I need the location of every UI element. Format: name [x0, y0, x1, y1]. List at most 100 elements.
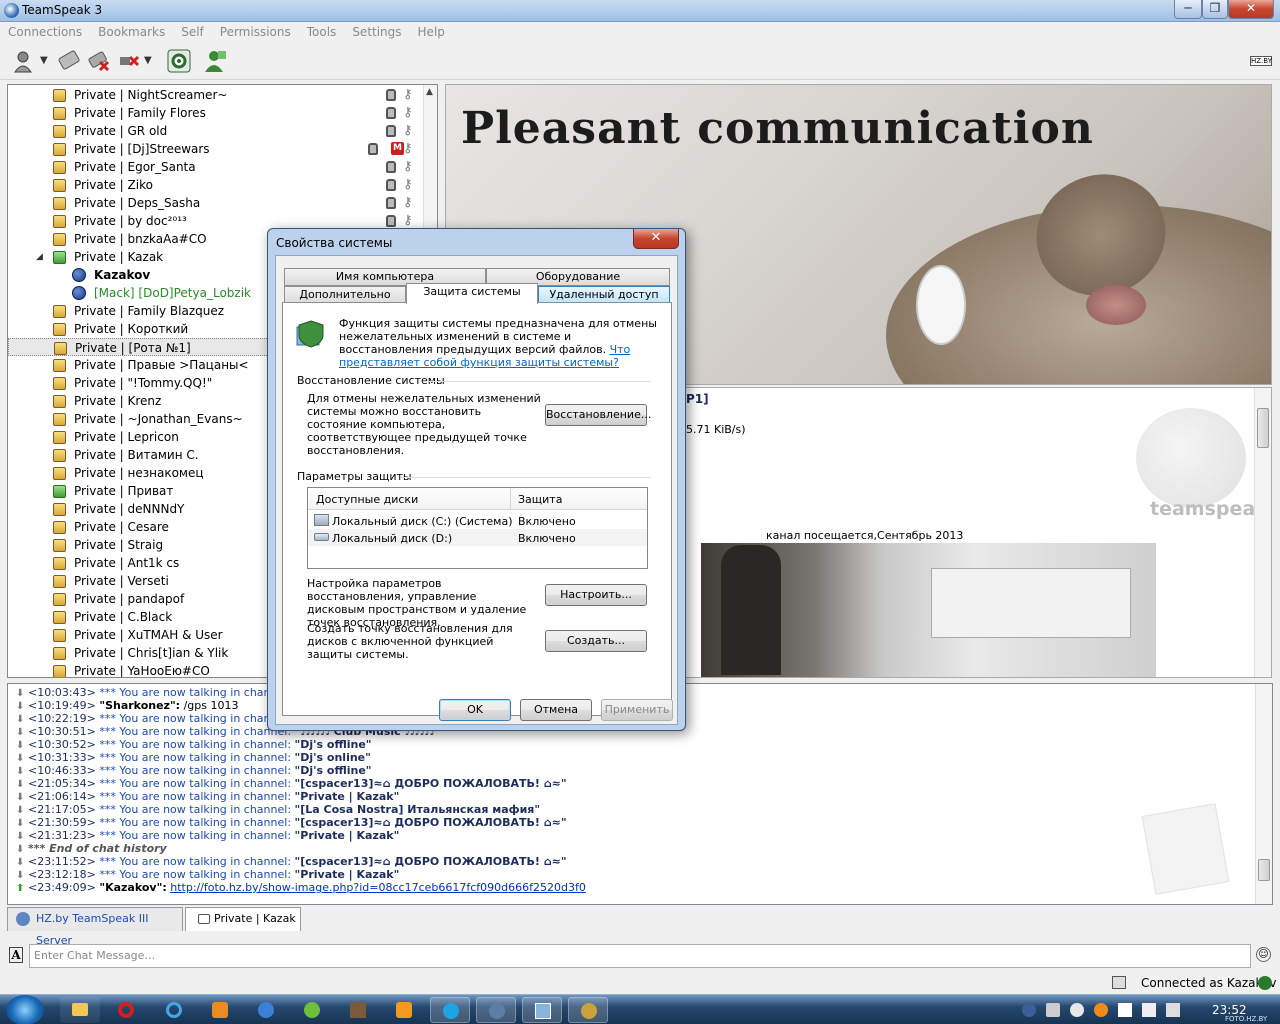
system-properties-icon[interactable] [522, 997, 562, 1023]
tab-channel[interactable]: Private | Kazak [185, 907, 301, 931]
tray-speaker-icon[interactable] [1142, 1003, 1156, 1017]
chat-time: <21:30:59> [28, 816, 96, 829]
channel-icon [53, 467, 66, 480]
chat-scrollbar[interactable] [1255, 684, 1272, 904]
dialog-close-button[interactable]: ✕ [633, 229, 679, 249]
channel-icon [53, 485, 66, 498]
apply-button[interactable]: Применить [601, 699, 673, 721]
drive-name: Локальный диск (D:) [332, 532, 453, 545]
table-row[interactable]: Локальный диск (C:) (Система) Включено [308, 512, 647, 529]
system-restore-button[interactable]: Восстановление... [545, 404, 651, 426]
chat-time: <10:30:52> [28, 738, 96, 751]
tray-app-icon[interactable] [1070, 1003, 1084, 1017]
connect-icon[interactable] [12, 48, 38, 74]
system-protection-shield-icon [295, 319, 327, 349]
key-icon: ⚷ [403, 123, 413, 138]
menu-connections[interactable]: Connections [0, 22, 90, 42]
collapse-icon[interactable]: ◢ [36, 248, 43, 266]
configure-button[interactable]: Настроить... [545, 584, 647, 606]
cancel-button[interactable]: Отмена [520, 699, 592, 721]
info-scrollbar[interactable] [1254, 388, 1271, 677]
emoticon-icon[interactable]: ☺ [1256, 947, 1271, 962]
system-drive-icon [314, 514, 329, 526]
tab-system-protection[interactable]: Защита системы [406, 283, 538, 304]
scroll-up-icon[interactable]: ▲ [426, 87, 433, 97]
bookmark-icon[interactable] [56, 48, 82, 74]
format-text-icon[interactable]: A [9, 947, 23, 963]
channel-item[interactable]: Private | Egor_Santa ⚷ [8, 158, 423, 176]
lock-icon [386, 125, 396, 137]
col-available-drives[interactable]: Доступные диски [316, 493, 418, 506]
menu-help[interactable]: Help [410, 22, 453, 42]
menu-settings[interactable]: Settings [344, 22, 409, 42]
chat-link[interactable]: http://foto.hz.by/show-image.php?id=08cc… [170, 881, 586, 894]
browser-icon[interactable] [246, 997, 286, 1023]
col-protection[interactable]: Защита [518, 493, 562, 506]
disconnect-icon[interactable] [86, 48, 112, 74]
table-row[interactable]: Локальный диск (D:) Включено [308, 529, 647, 546]
chat-line: ⬇ <10:30:52> *** You are now talking in c… [16, 738, 372, 751]
start-button[interactable] [6, 995, 44, 1024]
skype-icon[interactable] [430, 997, 470, 1023]
chevron-down-icon[interactable]: ▼ [144, 48, 156, 74]
menu-tools[interactable]: Tools [299, 22, 345, 42]
system-protection-page: Функция защиты системы предназначена для… [282, 302, 672, 716]
item-label: Private | GR old [74, 124, 168, 138]
chat-line: ⬇ <23:12:18> *** You are now talking in c… [16, 868, 399, 881]
tray-flag-icon[interactable] [1118, 1003, 1132, 1017]
odnoklassniki-icon[interactable] [384, 997, 424, 1023]
scroll-thumb[interactable] [1257, 408, 1269, 448]
opera-icon[interactable] [106, 997, 146, 1023]
channel-icon [53, 197, 66, 210]
news-icon[interactable] [1112, 976, 1126, 989]
ie-icon[interactable] [154, 997, 194, 1023]
chat-message-input[interactable]: Enter Chat Message… [29, 944, 1251, 968]
item-label: Private | C.Black [74, 610, 173, 624]
chat-line: ⬇ <10:19:49> "Sharkonez": /gps 1013 [16, 699, 238, 712]
tray-network-icon[interactable] [1166, 1003, 1180, 1017]
channel-icon [53, 179, 66, 192]
tray-ok-icon[interactable] [1094, 1003, 1108, 1017]
chevron-down-icon[interactable]: ▼ [40, 48, 52, 74]
system-properties-dialog: Свойства системы ✕ Имя компьютера Оборуд… [267, 228, 686, 731]
channel-photo [701, 543, 1156, 677]
connection-indicator-icon [1258, 976, 1272, 990]
channel-item[interactable]: Private | Family Flores ⚷ [8, 104, 423, 122]
info-visits: канал посещается,Сентябрь 2013 [766, 529, 964, 542]
menu-self[interactable]: Self [173, 22, 212, 42]
mute-icon[interactable] [116, 48, 142, 74]
tray-volume-icon[interactable] [1046, 1003, 1060, 1017]
channel-item[interactable]: Private | Ziko ⚷ [8, 176, 423, 194]
game-icon[interactable] [338, 997, 378, 1023]
contacts-icon[interactable] [202, 48, 228, 74]
media-player-icon[interactable] [200, 997, 240, 1023]
away-icon[interactable] [166, 48, 192, 74]
explorer-icon[interactable] [60, 997, 100, 1023]
app-icon[interactable] [292, 997, 332, 1023]
channel-icon [53, 107, 66, 120]
chat-time: <10:31:33> [28, 751, 96, 764]
teamspeak-taskbar-icon[interactable] [476, 997, 516, 1023]
scroll-thumb[interactable] [1258, 859, 1270, 881]
ok-button[interactable]: OK [439, 699, 511, 721]
chat-line: ⬇ <21:17:05> *** You are now talking in c… [16, 803, 540, 816]
menu-bookmarks[interactable]: Bookmarks [90, 22, 173, 42]
tray-teamspeak-icon[interactable] [1022, 1003, 1036, 1017]
item-label: Private | Egor_Santa [74, 160, 196, 174]
channel-item[interactable]: Private | NightScreamer~ ⚷ [8, 86, 423, 104]
maximize-button[interactable]: ❒ [1202, 0, 1228, 19]
menu-permissions[interactable]: Permissions [212, 22, 299, 42]
chat-time: <10:30:51> [28, 725, 96, 738]
minimize-button[interactable]: ─ [1174, 0, 1202, 19]
channel-item[interactable]: Private | Deps_Sasha ⚷ [8, 194, 423, 212]
create-button[interactable]: Создать... [545, 630, 647, 652]
channel-item[interactable]: Private | GR old ⚷ [8, 122, 423, 140]
item-label: Private | [Рота №1] [75, 341, 191, 355]
tab-server[interactable]: HZ.by TeamSpeak III Server [7, 907, 183, 947]
channel-item[interactable]: Private | [Dj]Streewars M ⚷ [8, 140, 423, 158]
warcraft-icon[interactable] [568, 997, 608, 1023]
item-label: Private | NightScreamer~ [74, 88, 228, 102]
chat-text: *** You are now talking in channel: [99, 855, 292, 868]
close-button[interactable]: ✕ [1228, 0, 1274, 19]
chat-value: "[cspacer13]≈⌂ ДОБРО ПОЖАЛОВАТЬ! ⌂≈" [294, 777, 567, 790]
